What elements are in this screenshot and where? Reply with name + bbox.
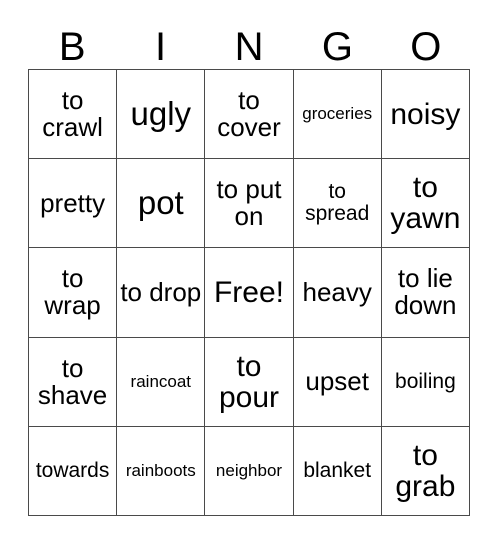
bingo-cell-r1c1[interactable]: to crawl <box>29 70 118 160</box>
bingo-cell-r5c3[interactable]: neighbor <box>205 426 294 516</box>
bingo-cell-r2c2[interactable]: pot <box>117 159 206 249</box>
bingo-cell-label: pretty <box>40 187 106 218</box>
bingo-cell-label: to drop <box>120 276 202 307</box>
bingo-header-letter-o: O <box>410 25 442 69</box>
bingo-cell-r4c1[interactable]: to shave <box>29 337 118 427</box>
bingo-cell-label: to put on <box>216 174 282 232</box>
bingo-cell-label: groceries <box>302 104 373 124</box>
bingo-cell-r3c5[interactable]: to lie down <box>381 248 470 338</box>
bingo-cell-r5c1[interactable]: towards <box>29 426 118 516</box>
bingo-cell-r1c5[interactable]: noisy <box>381 70 470 160</box>
bingo-header-row: B I N G O <box>28 22 470 68</box>
bingo-cell-r1c3[interactable]: to cover <box>205 70 294 160</box>
bingo-cell-r5c4[interactable]: blanket <box>293 426 382 516</box>
bingo-cell-label: to wrap <box>44 263 101 321</box>
bingo-cell-label: to grab <box>395 438 456 503</box>
bingo-cell-r2c5[interactable]: to yawn <box>381 159 470 249</box>
bingo-cell-label: to spread <box>305 180 370 226</box>
bingo-cell-label: to pour <box>218 349 280 414</box>
bingo-cell-label: upset <box>305 366 369 397</box>
bingo-cell-label: pot <box>137 184 184 222</box>
bingo-cell-label: to cover <box>217 85 281 143</box>
bingo-cell-free-space[interactable]: Free! <box>205 248 294 338</box>
bingo-cell-r2c1[interactable]: pretty <box>29 159 118 249</box>
bingo-cell-label: blanket <box>303 458 372 482</box>
bingo-cell-r1c4[interactable]: groceries <box>293 70 382 160</box>
bingo-cell-r4c5[interactable]: boiling <box>381 337 470 427</box>
bingo-cell-label: neighbor <box>215 461 283 481</box>
bingo-cell-label: boiling <box>395 369 456 393</box>
bingo-cell-r3c4[interactable]: heavy <box>293 248 382 338</box>
bingo-cell-r2c4[interactable]: to spread <box>293 159 382 249</box>
bingo-cell-r5c2[interactable]: rainboots <box>117 426 206 516</box>
bingo-card: B I N G O to crawl ugly to cover groceri… <box>0 0 500 544</box>
bingo-cell-r4c2[interactable]: raincoat <box>117 337 206 427</box>
bingo-cell-label: heavy <box>302 276 372 307</box>
bingo-cell-label: ugly <box>130 94 192 132</box>
bingo-cell-label: to shave <box>37 352 108 410</box>
bingo-cell-r1c2[interactable]: ugly <box>117 70 206 160</box>
bingo-header-letter-b: B <box>58 25 86 69</box>
bingo-free-space-label: Free! <box>213 275 284 309</box>
bingo-cell-label: towards <box>35 458 110 482</box>
bingo-cell-r3c1[interactable]: to wrap <box>29 248 118 338</box>
bingo-cell-label: noisy <box>390 97 461 131</box>
bingo-cell-r3c2[interactable]: to drop <box>117 248 206 338</box>
bingo-cell-label: to crawl <box>42 85 103 143</box>
bingo-cell-r2c3[interactable]: to put on <box>205 159 294 249</box>
bingo-cell-r4c4[interactable]: upset <box>293 337 382 427</box>
bingo-cell-r5c5[interactable]: to grab <box>381 426 470 516</box>
bingo-header-letter-i: I <box>155 25 167 69</box>
bingo-cell-label: rainboots <box>125 461 196 481</box>
bingo-header-letter-n: N <box>234 25 264 69</box>
bingo-cell-label: to lie down <box>394 263 457 321</box>
bingo-header-letter-g: G <box>321 25 353 69</box>
bingo-cell-label: to yawn <box>390 171 461 236</box>
bingo-cell-r4c3[interactable]: to pour <box>205 337 294 427</box>
bingo-cell-label: raincoat <box>130 371 192 391</box>
bingo-grid: to crawl ugly to cover groceries noisy p… <box>28 69 470 516</box>
